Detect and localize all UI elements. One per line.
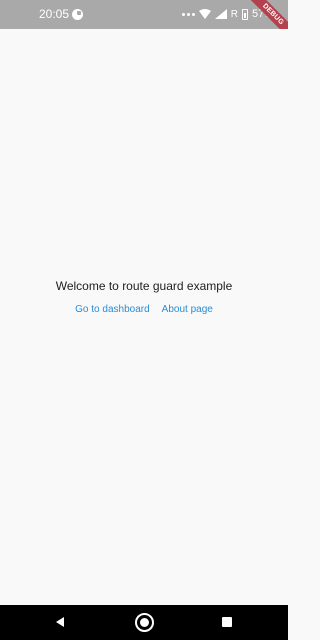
navigation-bar — [0, 605, 288, 640]
back-icon[interactable] — [56, 617, 64, 627]
signal-icon — [214, 9, 227, 19]
main-content: Welcome to route guard example Go to das… — [0, 29, 288, 605]
status-time: 20:05 — [39, 7, 70, 21]
app-screen: 20:05 R 57% DEBUG Welcome to route guard… — [0, 0, 288, 640]
battery-icon — [241, 8, 248, 20]
wifi-icon — [198, 9, 211, 19]
home-icon[interactable] — [135, 613, 154, 632]
recents-icon[interactable] — [222, 617, 232, 627]
welcome-text: Welcome to route guard example — [55, 279, 233, 293]
go-to-dashboard-button[interactable]: Go to dashboard — [69, 304, 156, 315]
status-bar: 20:05 R 57% DEBUG — [0, 0, 288, 29]
app-notification-icon — [72, 9, 83, 20]
about-page-button[interactable]: About page — [156, 304, 219, 315]
more-dots-icon — [181, 12, 195, 16]
link-row: Go to dashboard About page — [0, 304, 288, 315]
roaming-indicator: R — [230, 8, 238, 20]
